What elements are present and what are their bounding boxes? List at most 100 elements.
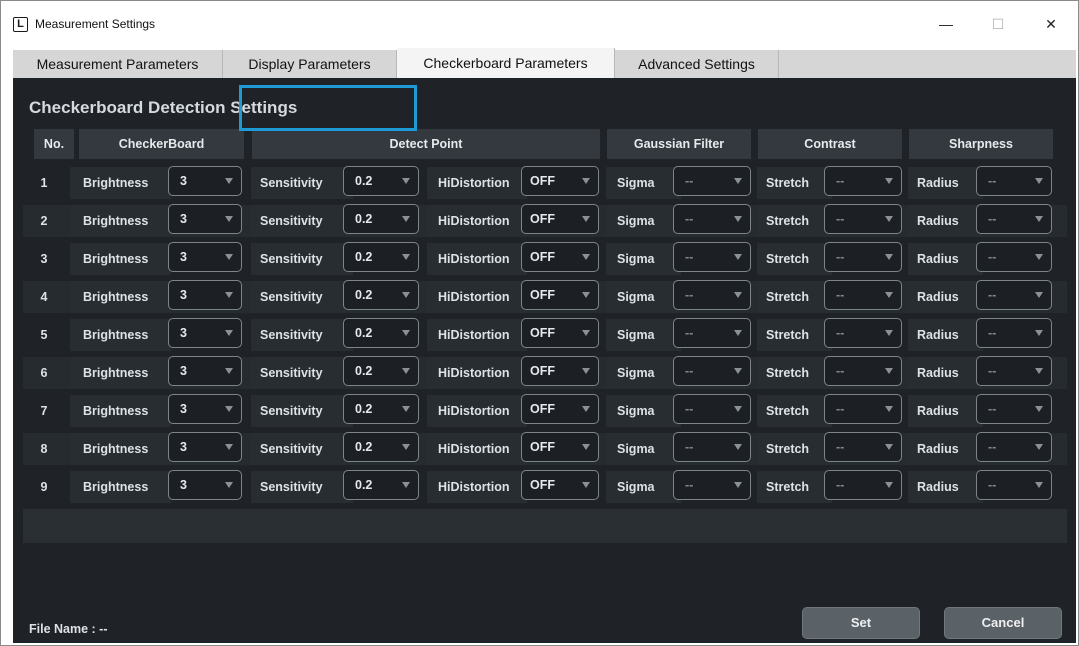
brightness-label: Brightness [70, 433, 171, 465]
row-number: 9 [40, 480, 48, 494]
radius-select[interactable]: -- [976, 470, 1052, 500]
sensitivity-select[interactable]: 0.2 [343, 166, 419, 196]
brightness-select[interactable]: 3 [168, 318, 242, 348]
hidistortion-select[interactable]: OFF [521, 280, 599, 310]
dropdown-arrow-icon [734, 482, 742, 488]
dropdown-arrow-icon [885, 482, 893, 488]
stretch-value: -- [836, 212, 845, 226]
brightness-select[interactable]: 3 [168, 204, 242, 234]
brightness-value: 3 [180, 174, 187, 188]
stretch-select[interactable]: -- [824, 432, 902, 462]
sensitivity-label: Sensitivity [251, 357, 353, 389]
brightness-select[interactable]: 3 [168, 242, 242, 272]
brightness-select[interactable]: 3 [168, 470, 242, 500]
tab-display-parameters[interactable]: Display Parameters [223, 50, 397, 78]
dropdown-arrow-icon [402, 330, 410, 336]
radius-select[interactable]: -- [976, 432, 1052, 462]
brightness-select[interactable]: 3 [168, 432, 242, 462]
dropdown-arrow-icon [225, 482, 233, 488]
hidistortion-select[interactable]: OFF [521, 204, 599, 234]
row-number: 7 [40, 404, 48, 418]
sensitivity-select[interactable]: 0.2 [343, 204, 419, 234]
hidistortion-select[interactable]: OFF [521, 242, 599, 272]
hidistortion-select[interactable]: OFF [521, 356, 599, 386]
brightness-select[interactable]: 3 [168, 356, 242, 386]
dropdown-arrow-icon [582, 292, 590, 298]
dropdown-arrow-icon [582, 254, 590, 260]
sensitivity-value: 0.2 [355, 326, 373, 340]
dropdown-arrow-icon [225, 444, 233, 450]
stretch-select[interactable]: -- [824, 242, 902, 272]
sensitivity-select[interactable]: 0.2 [343, 394, 419, 424]
radius-select[interactable]: -- [976, 394, 1052, 424]
sensitivity-select[interactable]: 0.2 [343, 242, 419, 272]
radius-select[interactable]: -- [976, 204, 1052, 234]
sigma-select[interactable]: -- [673, 318, 751, 348]
stretch-select[interactable]: -- [824, 470, 902, 500]
stretch-select[interactable]: -- [824, 394, 902, 424]
brightness-select[interactable]: 3 [168, 394, 242, 424]
radius-select[interactable]: -- [976, 318, 1052, 348]
dropdown-arrow-icon [225, 216, 233, 222]
stretch-label: Stretch [757, 243, 832, 275]
table-row: 7 Brightness 3 Sensitivity 0.2 HiDistort… [23, 394, 1067, 427]
maximize-button[interactable]: ☐ [978, 9, 1018, 39]
row-number: 8 [40, 442, 48, 456]
sigma-select[interactable]: -- [673, 470, 751, 500]
brightness-select[interactable]: 3 [168, 280, 242, 310]
stretch-value: -- [836, 440, 845, 454]
row-number: 6 [40, 366, 48, 380]
radius-select[interactable]: -- [976, 242, 1052, 272]
tab-measurement-parameters[interactable]: Measurement Parameters [13, 50, 223, 78]
stretch-select[interactable]: -- [824, 204, 902, 234]
radius-select[interactable]: -- [976, 166, 1052, 196]
radius-label: Radius [908, 205, 983, 237]
sigma-value: -- [685, 326, 694, 340]
dropdown-arrow-icon [582, 406, 590, 412]
dropdown-arrow-icon [402, 444, 410, 450]
dropdown-arrow-icon [582, 482, 590, 488]
stretch-select[interactable]: -- [824, 166, 902, 196]
stretch-select[interactable]: -- [824, 356, 902, 386]
sensitivity-select[interactable]: 0.2 [343, 318, 419, 348]
close-button[interactable]: ✕ [1031, 9, 1071, 39]
sensitivity-value: 0.2 [355, 364, 373, 378]
hidistortion-select[interactable]: OFF [521, 432, 599, 462]
cancel-button[interactable]: Cancel [944, 607, 1062, 639]
dropdown-arrow-icon [1035, 444, 1043, 450]
hidistortion-select[interactable]: OFF [521, 470, 599, 500]
stretch-select[interactable]: -- [824, 318, 902, 348]
sigma-select[interactable]: -- [673, 356, 751, 386]
tab-checkerboard-parameters[interactable]: Checkerboard Parameters [397, 48, 615, 78]
hidistortion-select[interactable]: OFF [521, 166, 599, 196]
title-bar[interactable]: L Measurement Settings — ☐ ✕ [1, 1, 1078, 47]
minimize-button[interactable]: — [926, 9, 966, 39]
sigma-select[interactable]: -- [673, 166, 751, 196]
sensitivity-select[interactable]: 0.2 [343, 280, 419, 310]
header-sharpness: Sharpness [909, 129, 1053, 159]
tab-advanced-settings[interactable]: Advanced Settings [615, 50, 779, 78]
sigma-select[interactable]: -- [673, 394, 751, 424]
sigma-select[interactable]: -- [673, 432, 751, 462]
stretch-select[interactable]: -- [824, 280, 902, 310]
file-name-label: File Name : -- [29, 622, 108, 636]
sensitivity-select[interactable]: 0.2 [343, 470, 419, 500]
hidistortion-select[interactable]: OFF [521, 394, 599, 424]
sigma-select[interactable]: -- [673, 242, 751, 272]
dropdown-arrow-icon [1035, 178, 1043, 184]
sigma-value: -- [685, 478, 694, 492]
dropdown-arrow-icon [225, 178, 233, 184]
radius-select[interactable]: -- [976, 356, 1052, 386]
sensitivity-select[interactable]: 0.2 [343, 432, 419, 462]
sigma-select[interactable]: -- [673, 204, 751, 234]
brightness-select[interactable]: 3 [168, 166, 242, 196]
hidistortion-select[interactable]: OFF [521, 318, 599, 348]
radius-select[interactable]: -- [976, 280, 1052, 310]
hidistortion-value: OFF [530, 364, 555, 378]
dropdown-arrow-icon [582, 216, 590, 222]
sensitivity-select[interactable]: 0.2 [343, 356, 419, 386]
brightness-value: 3 [180, 440, 187, 454]
dropdown-arrow-icon [734, 444, 742, 450]
sigma-select[interactable]: -- [673, 280, 751, 310]
set-button[interactable]: Set [802, 607, 920, 639]
